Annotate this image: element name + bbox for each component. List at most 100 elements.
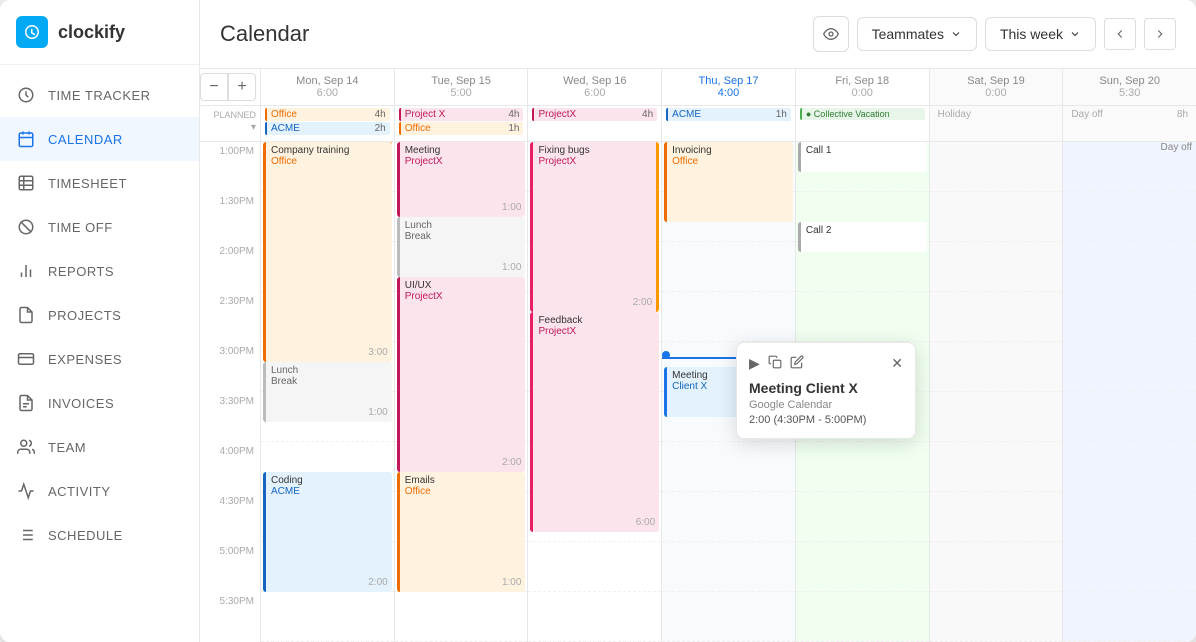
event-lunch-break-tue[interactable]: Lunch Break 1:00 [397, 217, 526, 277]
planned-event[interactable]: ProjectX4h [532, 108, 657, 121]
day-header-tue: Tue, Sep 15 5:00 [394, 69, 528, 105]
day-name-thu: Thu, Sep 17 [670, 75, 787, 87]
sidebar-item-projects[interactable]: PROJECTS [0, 293, 199, 337]
event-company-training[interactable]: Company training Office 3:00 [263, 142, 392, 362]
planned-day-fri: ● Collective Vacation [795, 106, 929, 141]
popup-subtitle: Google Calendar [749, 399, 903, 411]
day-name-sat: Sat, Sep 19 [938, 75, 1055, 87]
event-call1[interactable]: Call 1 [798, 142, 927, 172]
day-header-wed: Wed, Sep 16 6:00 [527, 69, 661, 105]
planned-event[interactable]: ● Collective Vacation [800, 108, 925, 120]
time-labels: 1:00PM 1:30PM 2:00PM 2:30PM 3:00PM 3:30P… [200, 142, 260, 642]
planned-day-tue: Project X4h Office1h [394, 106, 528, 141]
sidebar-item-expenses[interactable]: EXPENSES [0, 337, 199, 381]
day-hours-mon: 6:00 [269, 87, 386, 99]
header: Calendar Teammates This week [200, 0, 1196, 69]
time-label-2pm: 2:00PM [200, 242, 260, 292]
calendar-body: 1:00PM 1:30PM 2:00PM 2:30PM 3:00PM 3:30P… [200, 142, 1196, 642]
eye-button[interactable] [813, 16, 849, 52]
planned-text: PLANNED [213, 110, 256, 120]
time-off-icon [16, 217, 36, 237]
event-uiux[interactable]: UI/UX ProjectX 2:00 [397, 277, 526, 472]
schedule-icon [16, 525, 36, 545]
teammates-label: Teammates [872, 26, 944, 42]
logo-text: clockify [58, 22, 125, 43]
next-week-button[interactable] [1144, 18, 1176, 50]
day-column-tue: Meeting ProjectX 1:00 ProjectX Lunch Bre… [394, 142, 528, 642]
sidebar-item-invoices[interactable]: INVOICES [0, 381, 199, 425]
popup-edit-button[interactable] [790, 355, 804, 372]
day-hours-sun: 5:30 [1071, 87, 1188, 99]
event-lunch-break-mon[interactable]: Lunch Break 1:00 [263, 362, 392, 422]
activity-icon [16, 481, 36, 501]
main-content: Calendar Teammates This week [200, 0, 1196, 642]
prev-week-button[interactable] [1104, 18, 1136, 50]
zoom-in-button[interactable]: + [228, 73, 256, 101]
sidebar-item-timesheet[interactable]: TIMESHEET [0, 161, 199, 205]
reports-icon [16, 261, 36, 281]
planned-event[interactable]: Office1h [399, 122, 524, 135]
sidebar-item-team[interactable]: TEAM [0, 425, 199, 469]
sidebar-item-calendar[interactable]: CALENDAR [0, 117, 199, 161]
projects-icon [16, 305, 36, 325]
sidebar-item-time-tracker[interactable]: TIME TRACKER [0, 73, 199, 117]
popup-copy-button[interactable] [768, 355, 782, 372]
zoom-out-button[interactable]: − [200, 73, 228, 101]
planned-row: PLANNED ▾ Office4h ACME2h Project X4h [200, 106, 1196, 142]
collapse-button[interactable]: ▾ [251, 122, 256, 133]
calendar-icon [16, 129, 36, 149]
sidebar-item-schedule[interactable]: SCHEDULE [0, 513, 199, 557]
event-coding[interactable]: Coding ACME 2:00 [263, 472, 392, 592]
day-off-label: Day off [1161, 142, 1193, 153]
day-header-mon: Mon, Sep 14 6:00 [260, 69, 394, 105]
day-name-fri: Fri, Sep 18 [804, 75, 921, 87]
planned-day-sat: Holiday [929, 106, 1063, 141]
this-week-label: This week [1000, 26, 1063, 42]
nav-label-time-tracker: TIME TRACKER [48, 88, 151, 103]
planned-day-thu: ACME1h [661, 106, 795, 141]
this-week-dropdown[interactable]: This week [985, 17, 1096, 51]
planned-event[interactable]: ACME2h [265, 122, 390, 135]
nav-label-activity: ACTIVITY [48, 484, 111, 499]
sidebar-item-activity[interactable]: ACTIVITY [0, 469, 199, 513]
popup-close-button[interactable]: ✕ [891, 355, 903, 372]
nav-label-calendar: CALENDAR [48, 132, 123, 147]
sidebar-nav: TIME TRACKER CALENDAR TIMESHEET [0, 65, 199, 565]
planned-event[interactable]: Project X4h [399, 108, 524, 121]
popup-time: 2:00 (4:30PM - 5:00PM) [749, 414, 903, 426]
sidebar-item-time-off[interactable]: TIME OFF [0, 205, 199, 249]
planned-day-sun: Day off8h [1062, 106, 1196, 141]
nav-label-invoices: INVOICES [48, 396, 114, 411]
time-label-330pm: 3:30PM [200, 392, 260, 442]
nav-label-timesheet: TIMESHEET [48, 176, 127, 191]
sidebar-item-reports[interactable]: REPORTS [0, 249, 199, 293]
event-popup: ▶ ✕ Meeting Client X Google Calendar 2:0… [736, 342, 916, 439]
planned-label: PLANNED ▾ [200, 106, 260, 141]
team-icon [16, 437, 36, 457]
planned-event[interactable]: ACME1h [666, 108, 791, 121]
popup-play-button[interactable]: ▶ [749, 355, 760, 372]
planned-event: Holiday [934, 108, 1059, 121]
teammates-dropdown[interactable]: Teammates [857, 17, 977, 51]
event-meeting-projectx[interactable]: Meeting ProjectX 1:00 [397, 142, 526, 217]
planned-event: Day off8h [1067, 108, 1192, 121]
sidebar: clockify TIME TRACKER CALENDAR [0, 0, 200, 642]
time-label-530pm: 5:30PM [200, 592, 260, 642]
time-label-4pm: 4:00PM [200, 442, 260, 492]
day-hours-sat: 0:00 [938, 87, 1055, 99]
day-header-fri: Fri, Sep 18 0:00 [795, 69, 929, 105]
day-column-mon: Company training Office 3:00 Training Lu… [260, 142, 394, 642]
event-call2[interactable]: Call 2 [798, 222, 927, 252]
planned-event[interactable]: Office4h [265, 108, 390, 121]
event-invoicing[interactable]: Invoicing Office [664, 142, 793, 222]
calendar-area: − + Mon, Sep 14 6:00 Tue, Sep 15 5:00 We… [200, 69, 1196, 642]
day-header-row: − + Mon, Sep 14 6:00 Tue, Sep 15 5:00 We… [200, 69, 1196, 106]
event-fixing-bugs[interactable]: Fixing bugs ProjectX 2:00 [530, 142, 659, 312]
day-column-wed: Fixing bugs ProjectX 2:00 ProjectX Feedb… [527, 142, 661, 642]
event-emails[interactable]: Emails Office 1:00 [397, 472, 526, 592]
planned-day-wed: ProjectX4h [527, 106, 661, 141]
event-feedback[interactable]: Feedback ProjectX 6:00 [530, 312, 659, 532]
popup-actions: ▶ ✕ [749, 355, 903, 372]
day-header-sun: Sun, Sep 20 5:30 [1062, 69, 1196, 105]
day-column-sun: Day off [1062, 142, 1196, 642]
